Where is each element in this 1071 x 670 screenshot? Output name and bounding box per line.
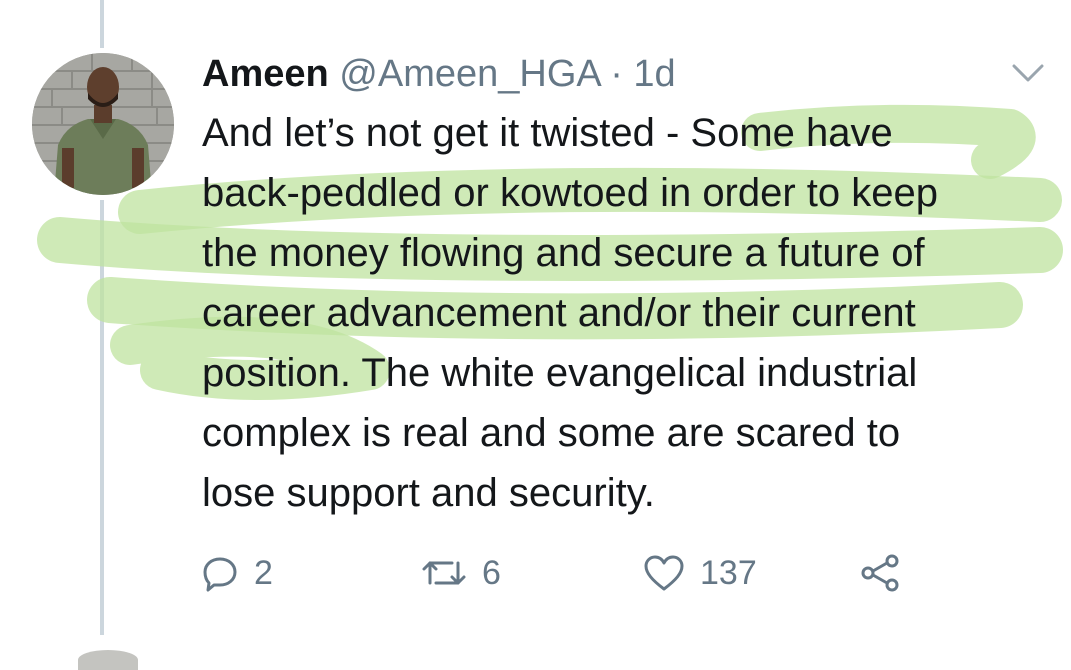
reply-icon bbox=[200, 553, 240, 593]
tweet-text-line: the money flowing and secure a future of bbox=[202, 231, 925, 275]
retweet-button[interactable]: 6 bbox=[420, 545, 501, 601]
tweet-text-line: back-peddled or kowtoed in order to keep bbox=[202, 171, 939, 215]
share-button[interactable] bbox=[860, 545, 902, 601]
like-count: 137 bbox=[700, 553, 757, 592]
chevron-down-icon[interactable] bbox=[1010, 58, 1046, 86]
tweet-header: Ameen @Ameen_HGA · 1d bbox=[202, 50, 676, 98]
retweet-count: 6 bbox=[482, 553, 501, 592]
separator-dot: · bbox=[610, 53, 623, 95]
thread-line bbox=[100, 200, 104, 635]
reply-button[interactable]: 2 bbox=[200, 545, 273, 601]
tweet-text-line: And let’s not get it twisted - Some have bbox=[202, 111, 893, 155]
author-name[interactable]: Ameen bbox=[202, 53, 329, 95]
like-button[interactable]: 137 bbox=[642, 545, 757, 601]
tweet-text-line: position. The white evangelical industri… bbox=[202, 351, 918, 395]
next-tweet-avatar bbox=[78, 650, 138, 670]
tweet-text-line: lose support and security. bbox=[202, 471, 655, 515]
avatar[interactable] bbox=[32, 53, 174, 195]
tweet-text-line: career advancement and/or their current bbox=[202, 291, 916, 335]
tweet-text: And let’s not get it twisted - Some have… bbox=[202, 103, 1052, 523]
author-handle[interactable]: @Ameen_HGA bbox=[339, 53, 599, 95]
thread-line-top bbox=[100, 0, 104, 48]
heart-icon bbox=[642, 553, 686, 593]
reply-count: 2 bbox=[254, 553, 273, 592]
tweet-actions: 2 6 137 bbox=[200, 545, 950, 601]
retweet-icon bbox=[420, 553, 468, 593]
share-icon bbox=[860, 553, 902, 593]
timestamp[interactable]: 1d bbox=[633, 53, 675, 95]
tweet-text-line: complex is real and some are scared to bbox=[202, 411, 901, 455]
